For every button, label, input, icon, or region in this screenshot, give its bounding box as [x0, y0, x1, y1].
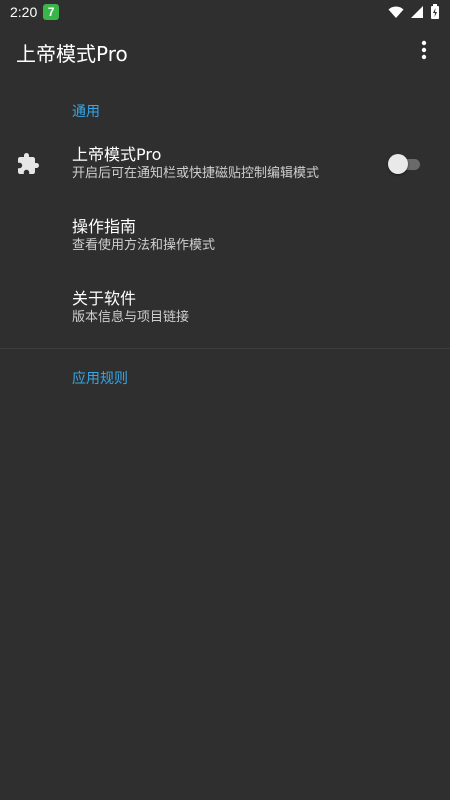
status-left: 2:20 7	[10, 4, 60, 20]
pref-title: 关于软件	[72, 289, 137, 308]
status-right	[388, 4, 440, 20]
pref-text: 操作指南 查看使用方法和操作模式	[72, 217, 215, 255]
pref-title: 操作指南	[72, 217, 137, 236]
overflow-menu-button[interactable]	[410, 32, 438, 72]
section-header-app-rules: 应用规则	[72, 371, 128, 387]
status-time: 2:20	[10, 4, 38, 20]
page-title: 上帝模式Pro	[16, 41, 128, 66]
puzzle-icon	[16, 152, 40, 176]
settings-list: 通用 上帝模式Pro 开启后可在通知栏或快捷磁贴控制编辑模式 操作指南 查看使用…	[0, 96, 450, 395]
god-mode-toggle[interactable]	[388, 154, 422, 174]
pref-summary: 版本信息与项目链接	[72, 310, 190, 325]
signal-icon	[410, 5, 424, 19]
battery-icon	[430, 4, 440, 20]
pref-text: 关于软件 版本信息与项目链接	[72, 289, 189, 327]
pref-text: 上帝模式Pro 开启后可在通知栏或快捷磁贴控制编辑模式	[72, 145, 319, 183]
pref-summary: 查看使用方法和操作模式	[72, 238, 216, 253]
pref-guide[interactable]: 操作指南 查看使用方法和操作模式	[0, 200, 450, 272]
pref-summary: 开启后可在通知栏或快捷磁贴控制编辑模式	[72, 166, 320, 181]
pref-god-mode-pro[interactable]: 上帝模式Pro 开启后可在通知栏或快捷磁贴控制编辑模式	[0, 128, 450, 200]
pref-about[interactable]: 关于软件 版本信息与项目链接	[0, 272, 450, 344]
pref-title: 上帝模式Pro	[72, 145, 162, 164]
wifi-icon	[388, 5, 404, 19]
more-vert-icon	[421, 40, 427, 64]
app-bar: 上帝模式Pro	[0, 24, 450, 80]
section-divider	[0, 348, 450, 349]
section-header-general: 通用	[72, 104, 100, 120]
notification-badge: 7	[43, 4, 60, 20]
toggle-thumb	[388, 154, 408, 174]
status-bar: 2:20 7	[0, 0, 450, 24]
screen: 2:20 7 上帝模式Pro 通用 上帝模式Pro 开启后可在通知栏或快捷磁贴控…	[0, 0, 450, 800]
